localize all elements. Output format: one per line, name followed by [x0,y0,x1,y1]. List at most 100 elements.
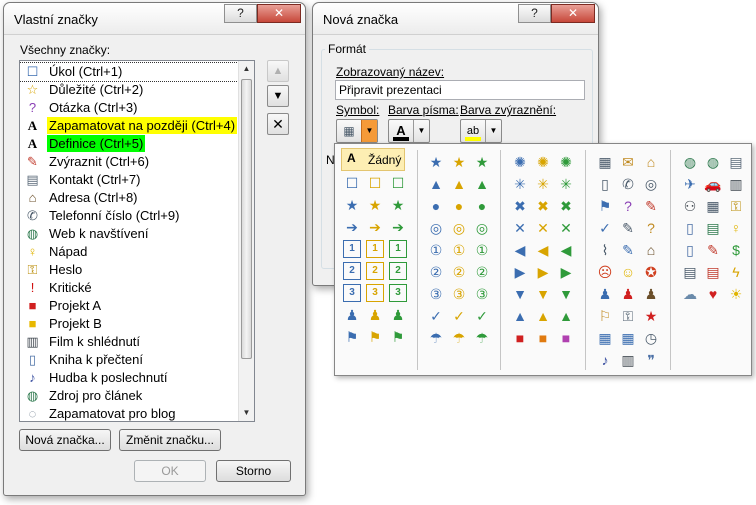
shape-symbol-icon[interactable]: ☂ [427,329,445,347]
arrow-symbol-icon[interactable]: ✕ [557,219,575,237]
object-symbol-icon[interactable]: ✎ [619,219,637,237]
new-tag-button[interactable]: Nová značka... [19,429,111,451]
misc-symbol-icon[interactable]: ▥ [727,175,745,193]
misc-symbol-icon[interactable]: ▯ [681,219,699,237]
list-item[interactable]: ◍ Zdroj pro článek [20,387,240,405]
checkbox-symbol-icon[interactable]: ♟ [366,306,384,324]
help-button[interactable]: ? [224,4,257,23]
shape-symbol-icon[interactable]: ① [450,241,468,259]
misc-symbol-icon[interactable]: ⚿ [727,197,745,215]
shape-symbol-icon[interactable]: ▲ [450,175,468,193]
list-item[interactable]: ◌ Zapamatovat pro blog [20,405,240,421]
list-item[interactable]: A Zapamatovat na později (Ctrl+4) [20,117,240,135]
shape-symbol-icon[interactable]: ① [473,241,491,259]
tags-listbox[interactable]: ☐ Úkol (Ctrl+1) ☆ Důležité (Ctrl+2)? Otázka … [19,60,255,422]
misc-symbol-icon[interactable]: ▤ [681,263,699,281]
checkbox-symbol-icon[interactable]: 3 [366,284,384,302]
checkbox-symbol-icon[interactable]: ☐ [366,174,384,192]
misc-symbol-icon[interactable]: $ [727,241,745,259]
list-item[interactable]: ! Kritické [20,279,240,297]
move-down-button[interactable]: ▼ [267,85,289,107]
arrow-symbol-icon[interactable]: ▼ [557,285,575,303]
shape-symbol-icon[interactable]: ✓ [450,307,468,325]
object-symbol-icon[interactable]: ♟ [596,285,614,303]
scroll-down-arrow-icon[interactable]: ▼ [239,405,254,421]
checkbox-symbol-icon[interactable]: 1 [389,240,407,258]
shape-symbol-icon[interactable]: ★ [450,153,468,171]
object-symbol-icon[interactable]: ✎ [619,241,637,259]
object-symbol-icon[interactable]: ✪ [642,263,660,281]
arrow-symbol-icon[interactable]: ✳ [557,175,575,193]
close-button[interactable]: ✕ [551,4,595,23]
list-item[interactable]: ■ Projekt A [20,297,240,315]
arrow-symbol-icon[interactable]: ▶ [511,263,529,281]
object-symbol-icon[interactable]: ▥ [619,351,637,369]
misc-symbol-icon[interactable]: 🚗 [704,175,722,193]
arrow-symbol-icon[interactable]: ◀ [557,241,575,259]
object-symbol-icon[interactable]: ⚿ [619,307,637,325]
arrow-symbol-icon[interactable]: ▼ [511,285,529,303]
arrow-symbol-icon[interactable]: ▼ [534,285,552,303]
list-item[interactable]: ■ Projekt B [20,315,240,333]
shape-symbol-icon[interactable]: ◎ [450,219,468,237]
object-symbol-icon[interactable]: ☹ [596,263,614,281]
scroll-up-arrow-icon[interactable]: ▲ [239,61,254,77]
misc-symbol-icon[interactable]: ▤ [704,263,722,281]
shape-symbol-icon[interactable]: ③ [473,285,491,303]
checkbox-symbol-icon[interactable]: 3 [389,284,407,302]
checkbox-symbol-icon[interactable]: 1 [343,240,361,258]
shape-symbol-icon[interactable]: ② [473,263,491,281]
chevron-down-icon[interactable]: ▼ [361,120,377,142]
object-symbol-icon[interactable]: ⚑ [596,197,614,215]
misc-symbol-icon[interactable]: ▤ [704,219,722,237]
arrow-symbol-icon[interactable]: ■ [534,329,552,347]
object-symbol-icon[interactable]: ♟ [619,285,637,303]
shape-symbol-icon[interactable]: ② [450,263,468,281]
checkbox-symbol-icon[interactable]: ➔ [366,218,384,236]
change-tag-button[interactable]: Změnit značku... [119,429,221,451]
arrow-symbol-icon[interactable]: ✕ [534,219,552,237]
checkbox-symbol-icon[interactable]: ★ [343,196,361,214]
shape-symbol-icon[interactable]: ◎ [473,219,491,237]
shape-symbol-icon[interactable]: ☂ [473,329,491,347]
delete-tag-button[interactable]: ✕ [267,113,289,135]
list-item[interactable]: ▯ Kniha k přečtení [20,351,240,369]
list-item[interactable]: ☆ Důležité (Ctrl+2) [20,81,240,99]
checkbox-symbol-icon[interactable]: ⚑ [343,328,361,346]
arrow-symbol-icon[interactable]: ◀ [511,241,529,259]
object-symbol-icon[interactable]: ★ [642,307,660,325]
misc-symbol-icon[interactable]: ▦ [704,197,722,215]
object-symbol-icon[interactable]: ✉ [619,153,637,171]
checkbox-symbol-icon[interactable]: ♟ [389,306,407,324]
arrow-symbol-icon[interactable]: ■ [557,329,575,347]
checkbox-symbol-icon[interactable]: ➔ [389,218,407,236]
arrow-symbol-icon[interactable]: ✳ [534,175,552,193]
arrow-symbol-icon[interactable]: ✺ [534,153,552,171]
list-item[interactable]: ✆ Telefonní číslo (Ctrl+9) [20,207,240,225]
shape-symbol-icon[interactable]: ✓ [427,307,445,325]
object-symbol-icon[interactable]: ▦ [596,329,614,347]
arrow-symbol-icon[interactable]: ✖ [511,197,529,215]
object-symbol-icon[interactable]: ⌂ [642,153,660,171]
shape-symbol-icon[interactable]: ★ [473,153,491,171]
object-symbol-icon[interactable]: ◎ [642,175,660,193]
misc-symbol-icon[interactable]: ☀ [727,285,745,303]
list-item[interactable]: ♀ Nápad [20,243,240,261]
misc-symbol-icon[interactable]: ▤ [727,153,745,171]
list-item[interactable]: ☐ Úkol (Ctrl+1) [20,62,241,82]
checkbox-symbol-icon[interactable]: ⚑ [366,328,384,346]
misc-symbol-icon[interactable]: ϟ [727,263,745,281]
ok-button[interactable]: OK [134,460,206,482]
list-item[interactable]: ◍ Web k navštívení [20,225,240,243]
checkbox-symbol-icon[interactable]: 2 [389,262,407,280]
checkbox-symbol-icon[interactable]: ★ [389,196,407,214]
shape-symbol-icon[interactable]: ● [450,197,468,215]
object-symbol-icon[interactable]: ⚐ [596,307,614,325]
highlight-color-dropdown[interactable]: ab ▼ [460,119,502,143]
misc-symbol-icon[interactable]: ⚇ [681,197,699,215]
display-name-input[interactable]: Připravit prezentaci [335,80,585,100]
arrow-symbol-icon[interactable]: ◀ [534,241,552,259]
arrow-symbol-icon[interactable]: ✖ [557,197,575,215]
checkbox-symbol-icon[interactable]: ★ [366,196,384,214]
object-symbol-icon[interactable]: ♟ [642,285,660,303]
